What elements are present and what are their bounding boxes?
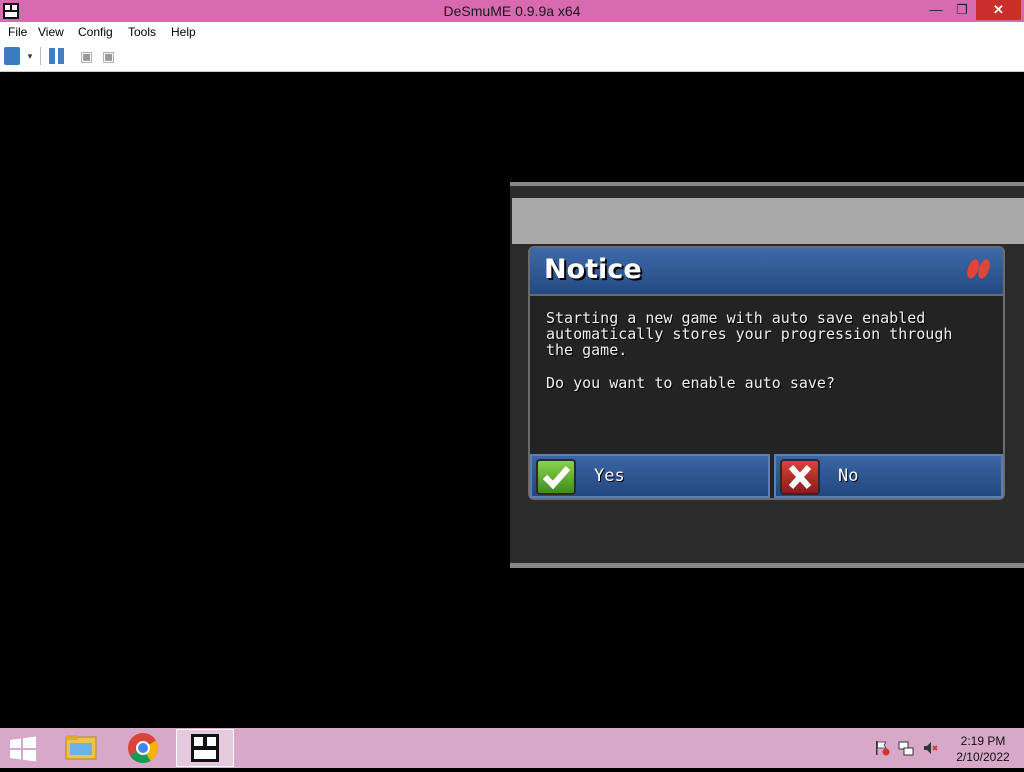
- window-title: DeSmuME 0.9.9a x64: [443, 3, 581, 19]
- menu-help[interactable]: Help: [171, 25, 196, 39]
- windows-start-icon[interactable]: [8, 736, 38, 762]
- dropdown-arrow-icon[interactable]: ▾: [24, 47, 36, 65]
- notice-dialog: Notice Starting a new game with auto sav…: [528, 246, 1005, 500]
- dialog-title: Notice: [544, 254, 642, 285]
- menu-bar: File View Config Tools Help: [0, 22, 1024, 42]
- dialog-buttons: Yes No: [530, 454, 1003, 498]
- desmume-icon[interactable]: [176, 729, 234, 767]
- memory-search-icon[interactable]: ▣: [102, 47, 118, 65]
- action-center-flag-icon[interactable]: [874, 740, 890, 756]
- taskbar: 2:19 PM 2/10/2022: [0, 728, 1024, 768]
- toolbar: ▾ ▣ ▣: [0, 42, 1024, 72]
- system-clock[interactable]: 2:19 PM 2/10/2022: [948, 733, 1018, 765]
- cross-icon: [780, 459, 820, 495]
- open-rom-icon[interactable]: [4, 47, 20, 65]
- toolbar-separator: [40, 47, 41, 65]
- footprints-icon: [967, 259, 990, 279]
- no-label: No: [838, 466, 859, 486]
- no-button[interactable]: No: [774, 454, 1003, 498]
- dialog-question: Do you want to enable auto save?: [546, 374, 835, 392]
- menu-config[interactable]: Config: [78, 25, 113, 39]
- clock-time: 2:19 PM: [960, 734, 1006, 748]
- close-button[interactable]: ✕: [976, 0, 1021, 20]
- restore-button[interactable]: ❐: [947, 0, 977, 20]
- network-icon[interactable]: [898, 740, 914, 756]
- pause-icon[interactable]: [48, 47, 66, 65]
- clock-date: 2/10/2022: [956, 750, 1010, 764]
- yes-label: Yes: [594, 466, 625, 486]
- file-explorer-icon[interactable]: [52, 729, 110, 767]
- dialog-message: Starting a new game with auto save enabl…: [546, 309, 953, 359]
- memory-view-icon[interactable]: ▣: [80, 47, 96, 65]
- panel-top-bar: [512, 198, 1024, 244]
- menu-tools[interactable]: Tools: [128, 25, 156, 39]
- volume-muted-icon[interactable]: [922, 740, 938, 756]
- menu-view[interactable]: View: [38, 25, 64, 39]
- yes-button[interactable]: Yes: [530, 454, 770, 498]
- menu-file[interactable]: File: [8, 25, 27, 39]
- chrome-icon[interactable]: [114, 729, 172, 767]
- checkmark-icon: [536, 459, 576, 495]
- title-bar: DeSmuME 0.9.9a x64 — ❐ ✕: [0, 0, 1024, 22]
- dialog-header: Notice: [530, 248, 1003, 296]
